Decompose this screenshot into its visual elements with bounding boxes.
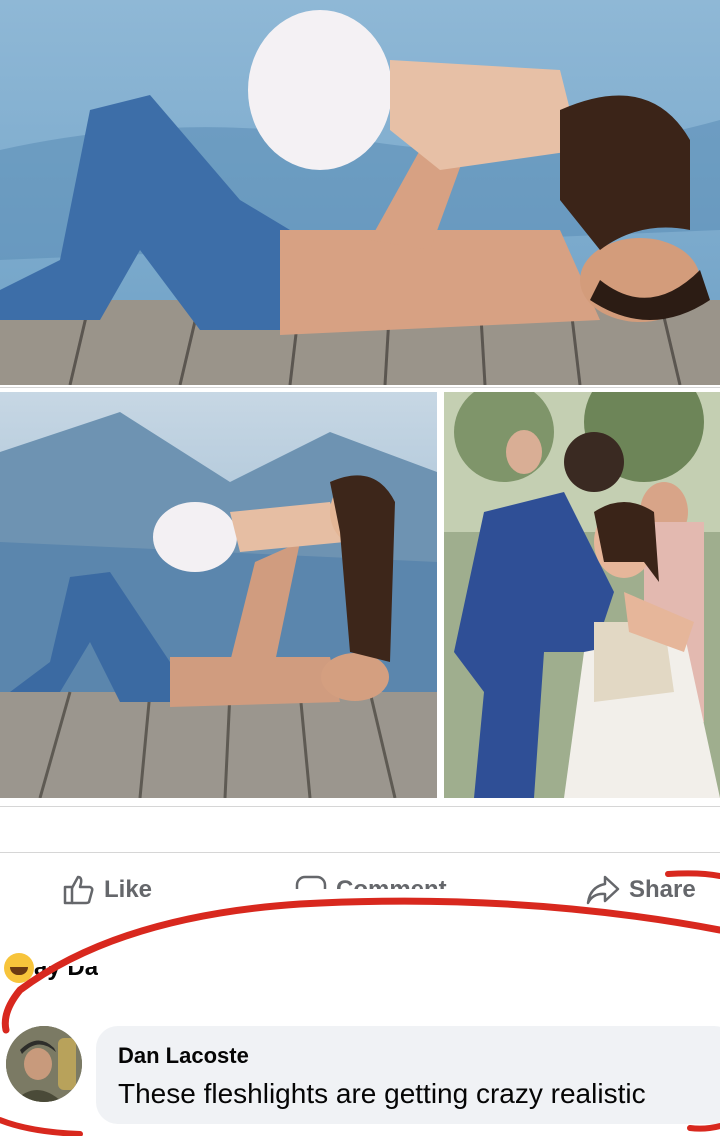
share-arrow-icon [585, 873, 621, 907]
comment-author[interactable]: Dan Lacoste [118, 1043, 249, 1069]
avatar[interactable] [6, 1026, 82, 1102]
comment-bubble-icon [294, 873, 328, 889]
photo-gap [0, 387, 720, 388]
photo-top-couple-pose [0, 0, 720, 385]
reaction-name-fragment: ay Da [34, 954, 99, 981]
share-button[interactable]: Share [585, 872, 696, 908]
share-label: Share [629, 876, 696, 903]
comment-button[interactable]: Comment [294, 872, 447, 903]
comment-text: These fleshlights are getting crazy real… [118, 1078, 646, 1109]
comment-bubble: Dan Lacoste These fleshlights are gettin… [96, 1026, 720, 1124]
divider-top [0, 806, 720, 807]
divider-bottom [0, 852, 720, 853]
like-label: Like [104, 876, 153, 903]
thumbs-up-icon [62, 873, 96, 907]
photo-bottom-left-couple-pose [0, 392, 437, 798]
like-button[interactable]: Like [62, 872, 152, 908]
laughing-emoji-icon [4, 953, 34, 983]
photo-bottom-right-wedding [444, 392, 720, 798]
reaction-row: ay Da [0, 948, 98, 988]
post-action-bar: Like Comment Share [0, 858, 720, 922]
comment-label: Comment [336, 876, 447, 903]
